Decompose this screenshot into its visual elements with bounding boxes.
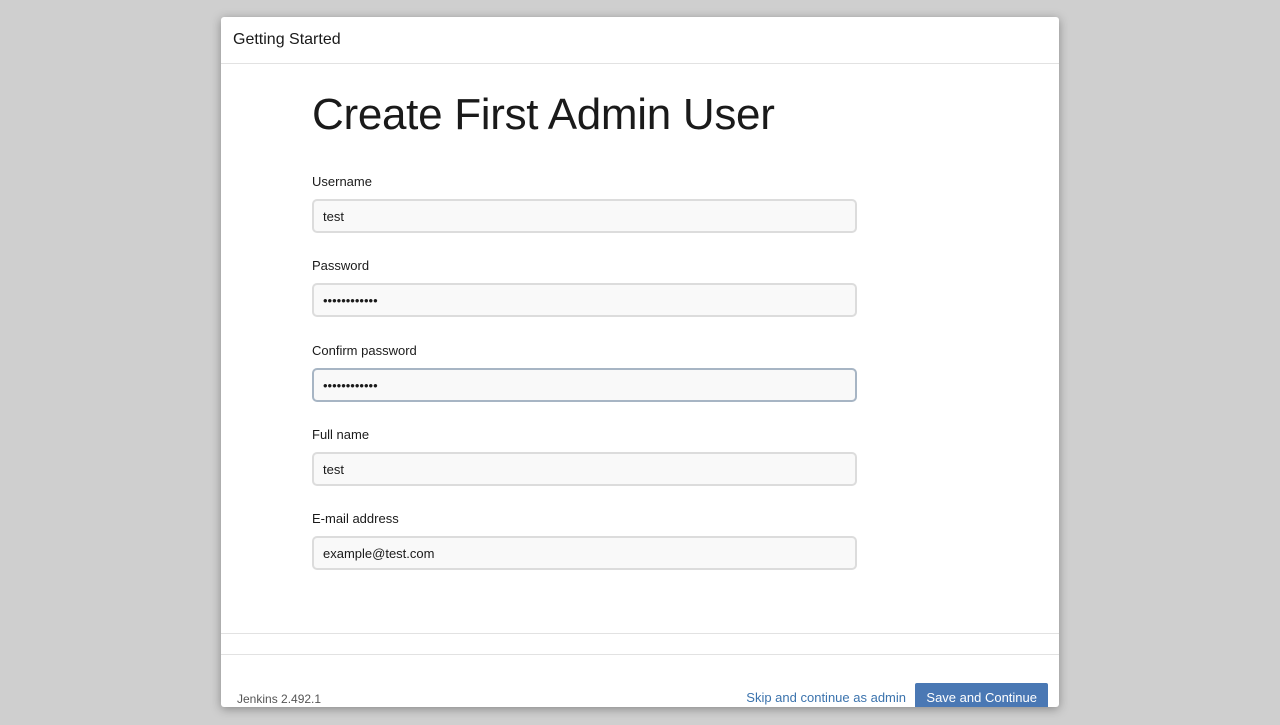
username-label: Username <box>312 174 372 189</box>
email-field[interactable] <box>312 536 857 570</box>
page-title: Create First Admin User <box>312 90 775 139</box>
password-field[interactable] <box>312 283 857 317</box>
dialog-title: Getting Started <box>233 31 341 48</box>
dialog-header: Getting Started <box>221 17 1059 64</box>
confirm-password-label: Confirm password <box>312 343 417 358</box>
password-label: Password <box>312 258 370 273</box>
footer-divider <box>221 654 1059 655</box>
version-label: Jenkins 2.492.1 <box>237 692 322 706</box>
email-label: E-mail address <box>312 511 399 526</box>
skip-and-continue-link[interactable]: Skip and continue as admin <box>746 690 906 705</box>
full-name-field[interactable] <box>312 452 857 486</box>
dialog-footer: Jenkins 2.492.1 Skip and continue as adm… <box>221 633 1059 707</box>
save-and-continue-button[interactable]: Save and Continue <box>915 683 1048 707</box>
setup-dialog: Getting Started Create First Admin User … <box>221 17 1059 707</box>
full-name-label: Full name <box>312 427 370 442</box>
username-field[interactable] <box>312 199 857 233</box>
confirm-password-field[interactable] <box>312 368 857 402</box>
